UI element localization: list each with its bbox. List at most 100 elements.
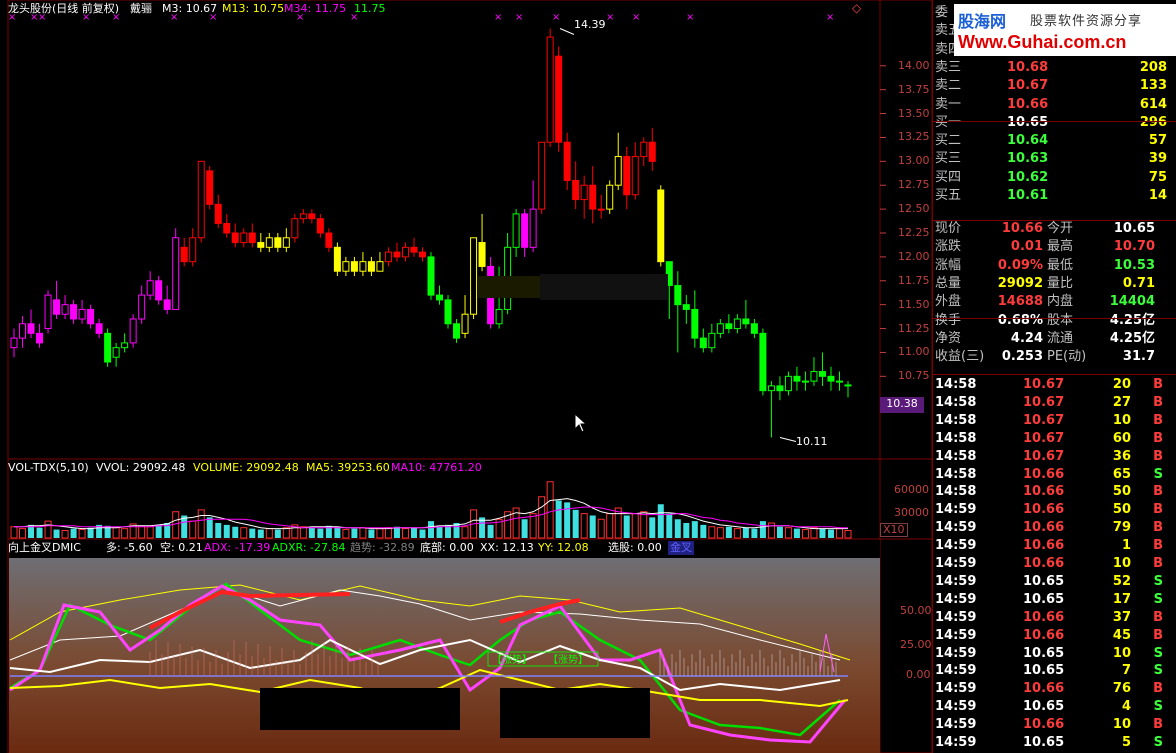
tick-row[interactable]: 14:58 10.66 65 S [933,466,1176,484]
chart-area[interactable]: × × × × × × × × × × × × × × × × 龙头股份(日线 前复权) 戴骊 M3: 10.… [0,0,932,753]
tick-row[interactable]: 14:59 10.65 7 S [933,662,1176,680]
tick-time: 14:59 [935,538,977,554]
orderbook-volume: 75 [1148,169,1167,185]
tick-row[interactable]: 14:59 10.65 10 S [933,645,1176,663]
trend-label: 趋势: -32.89 [350,541,415,554]
volume-bar [733,528,741,539]
orderbook-row[interactable]: 买一 10.65 296 [933,114,1176,132]
orderbook-row[interactable]: 买二 10.64 57 [933,132,1176,150]
kong-label: 空: 0.21 [160,541,203,554]
stat-label: 换手 [935,312,962,328]
tick-row[interactable]: 14:59 10.66 45 B [933,627,1176,645]
orderbook-volume: 614 [1139,96,1167,112]
candle-body [793,375,801,382]
tick-row[interactable]: 14:58 10.67 10 B [933,412,1176,430]
tick-time: 14:58 [935,430,977,446]
price-tick-9: 11.75 [898,273,930,287]
vol-panel-name: VOL-TDX(5,10) [8,461,89,474]
candle-body [53,299,61,315]
candle-body [61,304,69,315]
tick-row[interactable]: 14:59 10.65 4 S [933,698,1176,716]
volume-bar [138,525,146,539]
tick-side: B [1153,448,1163,464]
candle-body [359,261,367,272]
tick-row[interactable]: 14:58 10.67 27 B [933,394,1176,412]
tick-row[interactable]: 14:59 10.65 52 S [933,573,1176,591]
tick-price: 10.67 [1023,430,1065,446]
stock-title: 龙头股份(日线 前复权) [8,2,120,15]
candle-body [325,232,333,248]
tick-row[interactable]: 14:58 10.66 50 B [933,483,1176,501]
tick-row[interactable]: 14:59 10.65 17 S [933,591,1176,609]
candle-body [606,184,614,210]
tick-price: 10.65 [1023,663,1065,679]
tick-row[interactable]: 14:58 10.67 60 B [933,430,1176,448]
orderbook-row[interactable]: 卖一 10.66 614 [933,96,1176,114]
volume-bar [334,526,341,538]
orderbook-row[interactable]: 卖三 10.68 208 [933,59,1176,77]
tick-time: 14:58 [935,394,977,410]
tick-side: B [1153,681,1163,697]
candle-body [436,294,444,301]
dmic-name: 向上金叉DMIC [8,541,81,554]
tick-row[interactable]: 14:59 10.66 37 B [933,609,1176,627]
tick-side: S [1153,663,1163,679]
stat-value: 0.253 [1001,349,1043,365]
tick-price: 10.66 [1023,556,1065,571]
xx-label: XX: 12.13 [480,541,534,554]
tick-volume: 60 [1112,430,1131,446]
ma10-label: MA10: 47761.20 [391,461,482,474]
orderbook-row[interactable]: 买四 10.62 75 [933,169,1176,187]
orderbook-volume: 133 [1139,78,1167,94]
stat-label: 内盘 [1047,294,1074,310]
volume-bar [751,528,758,538]
candle-body [682,304,690,310]
dmic-tick-0: 0.00 [906,668,931,681]
kline-chart[interactable]: × × × × × × × × × × × × × × × × [0,0,932,753]
orderbook-row[interactable]: 买五 10.61 14 [933,187,1176,205]
stat-value: 4.25亿 [1109,312,1155,328]
orderbook-price: 10.68 [1007,59,1049,75]
volume-bar [546,481,554,539]
tick-row[interactable]: 14:59 10.65 5 S [933,734,1176,752]
tick-row[interactable]: 14:59 10.66 79 B [933,519,1176,537]
tick-volume: 17 [1112,591,1131,607]
price-tick-1: 13.75 [898,82,930,96]
indicator-name: 戴骊 [130,2,152,15]
volume-bar [223,524,230,538]
volume-bar [640,511,648,539]
volume-bar [299,526,307,539]
orderbook-label: 买三 [935,151,962,167]
tick-row[interactable]: 14:59 10.66 10 B [933,716,1176,734]
orderbook-label: 买五 [935,188,962,203]
volume-bar [215,523,222,538]
quote-panel: 委卖五卖四10.69159卖三10.68208卖二10.67133卖一10.66… [932,0,1176,753]
tick-row[interactable]: 14:59 10.66 10 B [933,555,1176,573]
volume-bar [351,528,358,538]
diamond-icon[interactable]: ◇ [852,1,861,15]
tick-row[interactable]: 14:58 10.67 36 B [933,448,1176,466]
tick-row[interactable]: 14:59 10.66 1 B [933,537,1176,555]
candle-body [835,380,843,383]
tick-row[interactable]: 14:59 10.66 76 B [933,680,1176,698]
volume-bar [274,529,281,538]
price-tick-3: 13.25 [898,130,930,144]
tick-volume: 36 [1112,448,1131,464]
volume-bar [716,527,724,539]
stat-value: 10.66 [1001,221,1043,236]
volume-bar [776,526,783,538]
tick-price: 10.65 [1023,699,1065,715]
candle-body [189,237,197,263]
orderbook-row[interactable]: 卖二 10.67 133 [933,77,1176,95]
candle-body [214,203,222,224]
stat-row: 涨跌 0.01 最高 10.70 [933,238,1176,256]
tick-time: 14:59 [935,591,977,607]
tick-price: 10.65 [1023,573,1065,589]
tick-row[interactable]: 14:59 10.66 50 B [933,501,1176,519]
tick-time: 14:59 [935,735,977,750]
volume-bar [564,502,571,538]
tick-row[interactable]: 14:58 10.67 20 B [933,376,1176,394]
volume-bar [240,527,248,539]
orderbook-row[interactable]: 买三 10.63 39 [933,150,1176,168]
tick-time: 14:59 [935,502,977,518]
